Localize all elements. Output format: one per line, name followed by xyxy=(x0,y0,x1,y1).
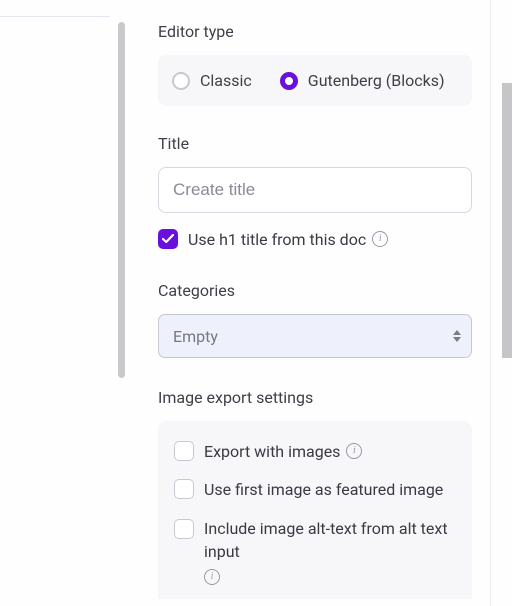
check-icon xyxy=(162,234,174,244)
export-with-images-checkbox xyxy=(174,441,194,461)
radio-unselected-icon xyxy=(172,72,190,90)
editor-type-classic-radio[interactable]: Classic xyxy=(172,71,252,90)
settings-panel: Editor type Classic Gutenberg (Blocks) T… xyxy=(130,0,500,606)
editor-type-gutenberg-label: Gutenberg (Blocks) xyxy=(308,71,445,90)
editor-type-classic-label: Classic xyxy=(200,71,252,90)
use-h1-checkbox xyxy=(158,229,178,249)
first-image-featured-row[interactable]: Use first image as featured image xyxy=(174,479,456,499)
use-h1-label: Use h1 title from this doc xyxy=(188,230,366,249)
editor-type-label: Editor type xyxy=(158,22,472,41)
info-circle-icon[interactable]: i xyxy=(372,231,388,247)
title-input[interactable] xyxy=(158,167,472,213)
use-h1-checkbox-row[interactable]: Use h1 title from this doc i xyxy=(158,229,472,249)
image-export-label: Image export settings xyxy=(158,388,472,407)
left-scrollbar-thumb[interactable] xyxy=(118,22,125,378)
editor-type-gutenberg-radio[interactable]: Gutenberg (Blocks) xyxy=(280,71,445,90)
sidebar-divider xyxy=(0,16,110,17)
caret-down-icon xyxy=(453,337,461,342)
editor-type-group: Classic Gutenberg (Blocks) xyxy=(158,55,472,106)
right-scrollbar-thumb[interactable] xyxy=(502,83,512,358)
categories-value: Empty xyxy=(173,327,218,346)
image-export-group: Export with images i Use first image as … xyxy=(158,421,472,599)
include-alt-text-row[interactable]: Include image alt-text from alt text inp… xyxy=(174,517,456,585)
info-circle-icon[interactable]: i xyxy=(346,443,362,459)
export-with-images-row[interactable]: Export with images i xyxy=(174,441,456,461)
categories-label: Categories xyxy=(158,281,472,300)
caret-up-icon xyxy=(453,330,461,335)
left-sidebar-region xyxy=(0,0,130,606)
categories-select[interactable]: Empty xyxy=(158,314,472,358)
include-alt-text-label: Include image alt-text from alt text inp… xyxy=(204,517,456,563)
first-image-featured-checkbox xyxy=(174,479,194,499)
title-section-label: Title xyxy=(158,134,472,153)
export-with-images-label: Export with images xyxy=(204,442,340,461)
info-circle-icon[interactable]: i xyxy=(204,569,220,585)
select-stepper xyxy=(453,330,461,342)
include-alt-text-checkbox xyxy=(174,519,194,539)
radio-selected-icon xyxy=(280,72,298,90)
first-image-featured-label: Use first image as featured image xyxy=(204,480,443,499)
